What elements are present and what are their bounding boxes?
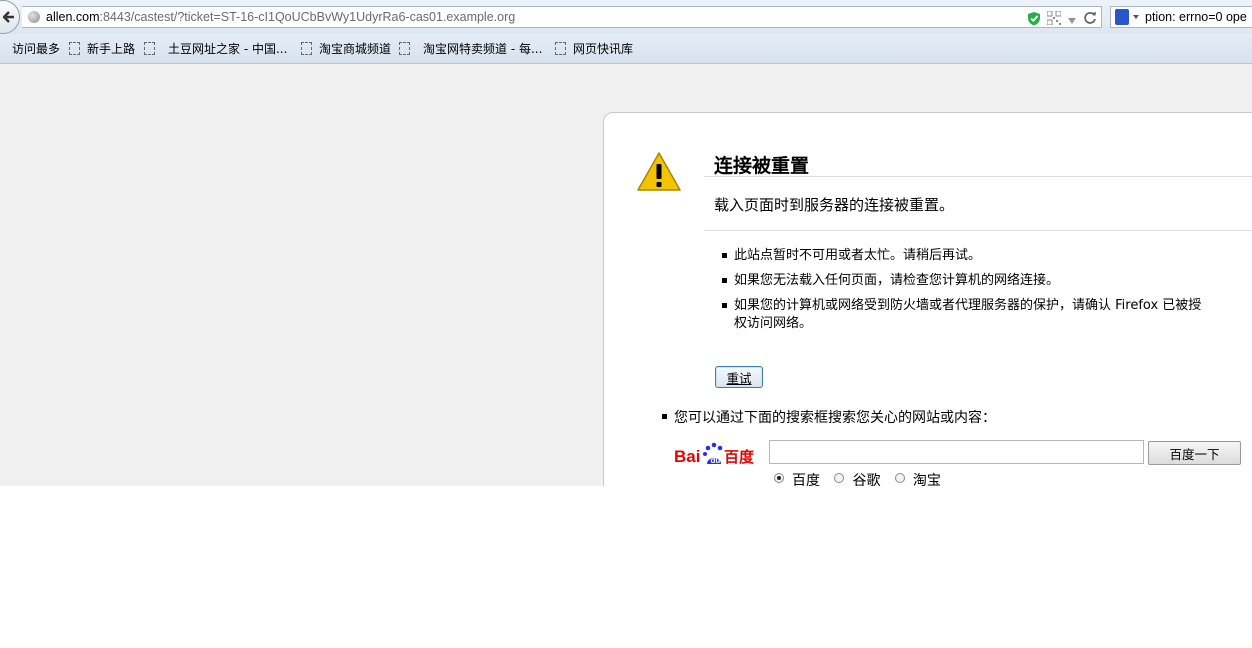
engine-option-google[interactable]: 谷歌: [832, 470, 880, 486]
address-url[interactable]: allen.com:8443/castest/?ticket=ST-16-cI1…: [46, 10, 515, 24]
error-title: 连接被重置: [714, 155, 810, 177]
engine-label: 谷歌: [852, 473, 881, 486]
radio-unselected[interactable]: [834, 473, 845, 483]
svg-text:百度: 百度: [724, 448, 755, 466]
bookmark-label: 新手上路: [87, 42, 136, 56]
page-content: 连接被重置 载入页面时到服务器的连接被重置。 此站点暂时不可用或者太忙。请稍后再…: [0, 64, 1252, 486]
bookmarks-toolbar: 访问最多 新手上路 土豆网址之家 - 中国... 淘宝商城频道 淘宝网特卖频道 …: [0, 34, 1252, 64]
bookmark-label: 淘宝网特卖频道 - 每...: [423, 42, 543, 56]
error-description: 载入页面时到服务器的连接被重置。: [714, 196, 955, 214]
url-host: allen.com: [46, 10, 100, 24]
baidu-paw-icon[interactable]: [1115, 9, 1129, 25]
baidu-search-button[interactable]: 百度一下: [1148, 441, 1241, 465]
radio-unselected[interactable]: [894, 473, 905, 483]
qr-code-icon[interactable]: [1046, 10, 1062, 26]
page-icon: [399, 42, 410, 55]
divider: [704, 176, 1252, 177]
bookmark-label: 网页快讯库: [573, 42, 634, 56]
address-bar[interactable]: allen.com:8443/castest/?ticket=ST-16-cI1…: [22, 6, 1102, 28]
page-icon: [69, 42, 80, 55]
history-dropdown-icon[interactable]: [1067, 14, 1077, 24]
radio-selected[interactable]: [774, 473, 784, 483]
engine-option-baidu[interactable]: 百度: [772, 470, 820, 486]
svg-text:du: du: [711, 456, 721, 465]
warning-icon: [637, 152, 681, 191]
site-identity-globe-icon[interactable]: [28, 11, 40, 23]
engine-label: 百度: [792, 473, 820, 486]
engine-dropdown-icon[interactable]: [1133, 15, 1139, 19]
page-icon: [301, 42, 312, 55]
suggestion-list: 此站点暂时不可用或者太忙。请稍后再试。 如果您无法载入任何页面，请检查您计算机的…: [722, 247, 1212, 340]
navigation-toolbar: allen.com:8443/castest/?ticket=ST-16-cI1…: [0, 0, 1252, 34]
address-bar-icons: [1027, 9, 1097, 27]
bookmark-label: 淘宝商城频道: [319, 42, 392, 56]
url-path: :8443/castest/?ticket=ST-16-cI1QoUCbBvWy…: [99, 10, 516, 24]
back-button[interactable]: [0, 0, 20, 34]
bookmark-label: 土豆网址之家 - 中国...: [168, 42, 288, 56]
engine-option-taobao[interactable]: 淘宝: [893, 470, 941, 486]
engine-label: 淘宝: [912, 473, 941, 486]
search-engine-options: 百度 谷歌 淘宝: [772, 470, 949, 486]
bookmark-label: 访问最多: [12, 42, 61, 56]
search-hint: 您可以通过下面的搜索框搜索您关心的网站或内容：: [662, 407, 996, 427]
error-panel: 连接被重置 载入页面时到服务器的连接被重置。 此站点暂时不可用或者太忙。请稍后再…: [603, 112, 1252, 486]
shield-icon[interactable]: [1027, 11, 1041, 26]
svg-text:Bai: Bai: [674, 447, 700, 466]
page-icon: [555, 42, 566, 55]
search-bar-text[interactable]: ption: errno=0 ope: [1145, 10, 1247, 24]
divider: [704, 230, 1252, 231]
suggestion-item: 如果您的计算机或网络受到防火墙或者代理服务器的保护，请确认 Firefox 已被…: [722, 297, 1212, 333]
retry-label: 重试: [726, 370, 752, 386]
baidu-logo: Bai du 百度: [674, 442, 755, 466]
page-icon: [144, 42, 155, 55]
suggestion-item: 此站点暂时不可用或者太忙。请稍后再试。: [722, 247, 1212, 265]
suggestion-item: 如果您无法载入任何页面，请检查您计算机的网络连接。: [722, 272, 1212, 290]
retry-button[interactable]: 重试: [715, 366, 763, 388]
baidu-search-input[interactable]: [769, 440, 1144, 464]
search-bar[interactable]: ption: errno=0 ope: [1110, 6, 1252, 28]
back-arrow-icon: [3, 11, 14, 23]
reload-icon[interactable]: [1083, 11, 1097, 25]
